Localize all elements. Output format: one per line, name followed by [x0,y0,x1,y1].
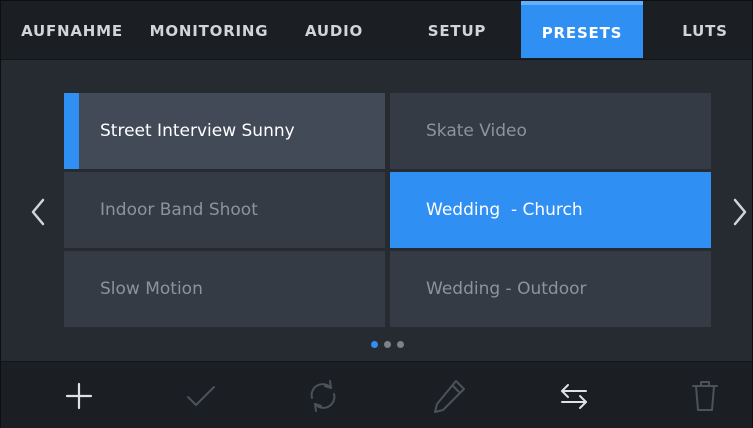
preset-label: Skate Video [426,121,527,141]
preset-wedding-outdoor[interactable]: Wedding - Outdoor [390,251,711,327]
preset-skate-video[interactable]: Skate Video [390,93,711,169]
tab-aufnahme[interactable]: AUFNAHME [15,1,129,58]
trash-icon[interactable] [685,376,725,416]
preset-label: Indoor Band Shoot [100,200,258,220]
preset-street-interview-sunny[interactable]: Street Interview Sunny [64,93,385,169]
tab-monitoring[interactable]: MONITORING [141,1,277,58]
tab-presets[interactable]: PRESETS [521,1,643,58]
tab-audio[interactable]: AUDIO [291,1,377,58]
preset-label: Wedding - Church [426,200,583,220]
check-icon[interactable] [181,376,221,416]
tab-setup[interactable]: SETUP [407,1,507,58]
preset-indoor-band-shoot[interactable]: Indoor Band Shoot [64,172,385,248]
swap-arrows-icon[interactable] [554,376,594,416]
add-icon[interactable] [59,376,99,416]
page-dot-1[interactable] [371,341,378,348]
chevron-left-icon[interactable] [27,194,51,230]
preset-label: Street Interview Sunny [100,121,295,141]
pencil-icon[interactable] [429,376,469,416]
chevron-right-icon[interactable] [727,194,751,230]
preset-grid: Street Interview Sunny Skate Video Indoo… [64,93,712,327]
page-dot-2[interactable] [384,341,391,348]
preset-label: Slow Motion [100,279,203,299]
presets-screen: AUFNAHME MONITORING AUDIO SETUP PRESETS … [0,0,753,428]
refresh-icon[interactable] [303,376,343,416]
tab-bar: AUFNAHME MONITORING AUDIO SETUP PRESETS … [1,1,752,60]
tab-luts[interactable]: LUTS [665,1,745,58]
current-preset-marker [64,93,79,169]
preset-slow-motion[interactable]: Slow Motion [64,251,385,327]
bottom-toolbar [1,361,752,428]
preset-wedding-church[interactable]: Wedding - Church [390,172,711,248]
page-dot-3[interactable] [397,341,404,348]
page-indicator [371,341,411,351]
preset-label: Wedding - Outdoor [426,279,587,299]
